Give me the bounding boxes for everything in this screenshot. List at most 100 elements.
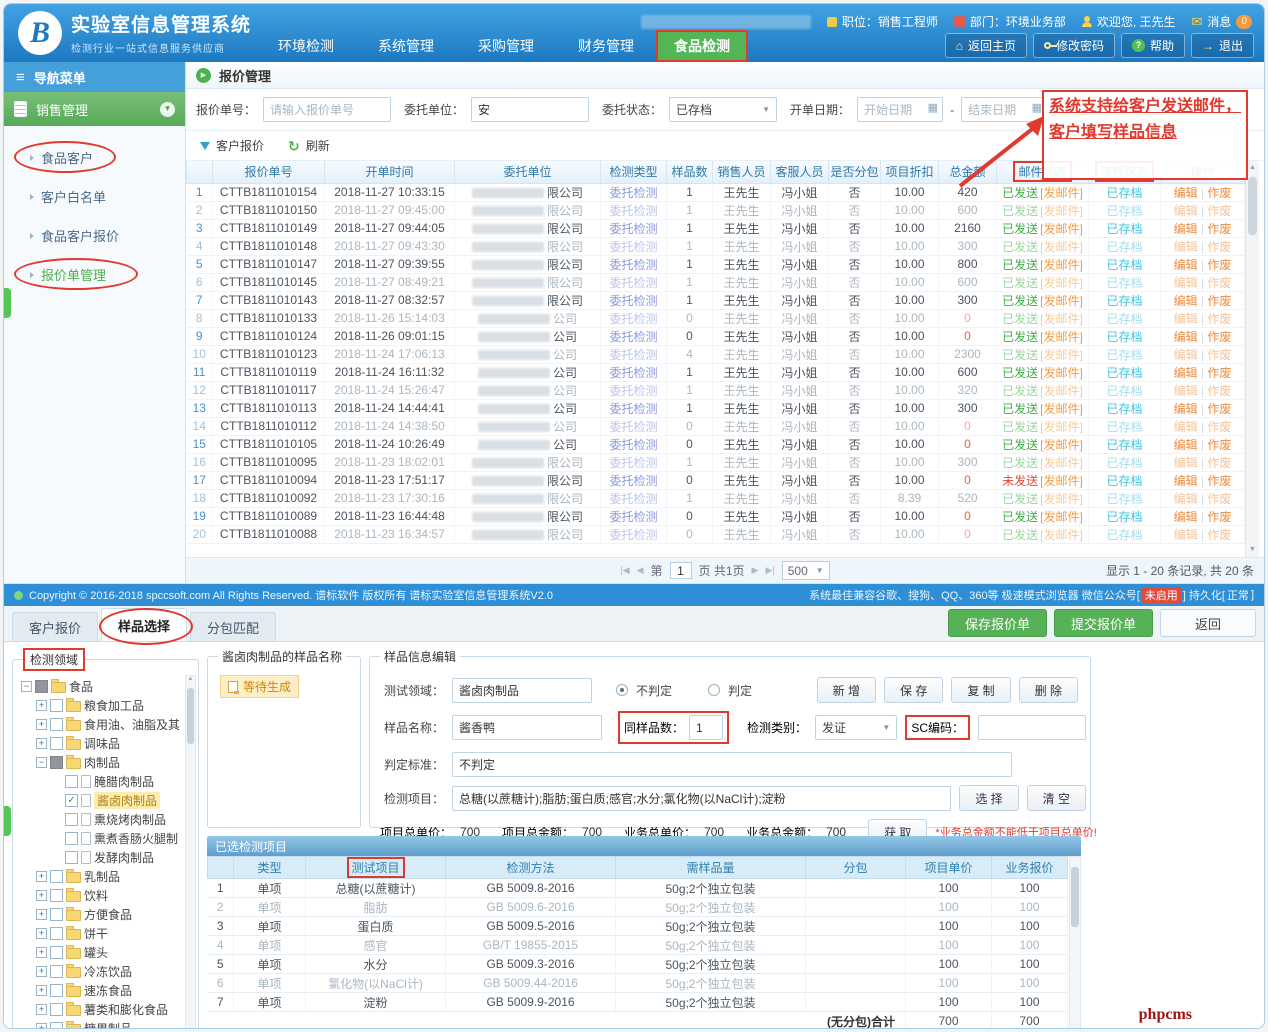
send-mail-link[interactable]: [发邮件] (1040, 222, 1083, 236)
selected-item-row[interactable]: 4单项感官GB/T 19855-201550g;2个独立包装100100 (208, 936, 1068, 955)
client-input[interactable] (471, 97, 589, 122)
selected-items-scrollbar[interactable] (1069, 856, 1081, 1029)
tree-node[interactable]: +方便食品 (19, 905, 180, 924)
send-mail-link[interactable]: [发邮件] (1040, 474, 1083, 488)
send-mail-link[interactable]: [发邮件] (1040, 492, 1083, 506)
expand-icon[interactable]: + (36, 1004, 47, 1015)
void-link[interactable]: 作废 (1207, 348, 1231, 362)
sidebar-item-customer-whitelist[interactable]: 客户白名单 (4, 177, 185, 216)
checkbox-partial-icon[interactable] (35, 680, 48, 693)
quote-table-row[interactable]: 11CTTB18110101192018-11-24 16:11:32公司委托检… (187, 363, 1245, 381)
pending-sample-item[interactable]: 等待生成 (220, 675, 299, 698)
next-page-icon[interactable]: ▶ (752, 565, 759, 576)
tree-node[interactable]: −肉制品 (19, 753, 180, 772)
void-link[interactable]: 作废 (1207, 240, 1231, 254)
tree-node[interactable]: +饮料 (19, 886, 180, 905)
last-page-icon[interactable]: ▶| (765, 565, 774, 576)
edit-link[interactable]: 编辑 (1174, 528, 1198, 542)
collapse-handle[interactable] (4, 806, 11, 836)
checkbox-empty-icon[interactable] (50, 737, 63, 750)
save-quote-button[interactable]: 保存报价单 (948, 609, 1047, 637)
back-button[interactable]: 返回 (1160, 609, 1256, 637)
void-link[interactable]: 作废 (1207, 510, 1231, 524)
selected-item-row[interactable]: 7单项淀粉GB 5009.9-201650g;2个独立包装100100 (208, 993, 1068, 1012)
quote-table-row[interactable]: 1CTTB18110101542018-11-27 10:33:15限公司委托检… (187, 183, 1245, 201)
tree-node[interactable]: +冷冻饮品 (19, 962, 180, 981)
edit-link[interactable]: 编辑 (1174, 456, 1198, 470)
checkbox-checked-icon[interactable]: ✓ (65, 794, 78, 807)
send-mail-link[interactable]: [发邮件] (1040, 258, 1083, 272)
header-button-home[interactable]: ⌂返回主页 (945, 33, 1027, 58)
void-link[interactable]: 作废 (1207, 294, 1231, 308)
quote-table-row[interactable]: 7CTTB18110101432018-11-27 08:32:57限公司委托检… (187, 291, 1245, 309)
tree-vertical-scrollbar[interactable]: ▲ ▼ (185, 675, 196, 1029)
clear-items-button[interactable]: 清 空 (1027, 785, 1086, 811)
same-count-input[interactable] (689, 715, 723, 740)
expand-icon[interactable]: + (36, 928, 47, 939)
expand-icon[interactable]: + (36, 985, 47, 996)
expand-icon[interactable]: + (36, 738, 47, 749)
edit-link[interactable]: 编辑 (1174, 384, 1198, 398)
edit-link[interactable]: 编辑 (1174, 402, 1198, 416)
header-button-logout[interactable]: →退出 (1191, 33, 1254, 58)
checkbox-empty-icon[interactable] (50, 908, 63, 921)
send-mail-link[interactable]: [发邮件] (1040, 510, 1083, 524)
refresh-button[interactable]: ↻ 刷新 (288, 137, 330, 154)
sidebar-item-quote-management[interactable]: 报价单管理 (4, 255, 185, 294)
void-link[interactable]: 作废 (1207, 528, 1231, 542)
send-mail-link[interactable]: [发邮件] (1040, 294, 1083, 308)
send-mail-link[interactable]: [发邮件] (1040, 276, 1083, 290)
void-link[interactable]: 作废 (1207, 186, 1231, 200)
scroll-up-icon[interactable]: ▲ (186, 676, 195, 682)
quote-table-row[interactable]: 20CTTB18110100882018-11-23 16:34:57限公司委托… (187, 525, 1245, 543)
edit-link[interactable]: 编辑 (1174, 366, 1198, 380)
sc-code-input[interactable] (978, 715, 1086, 740)
add-button[interactable]: 新 增 (817, 677, 876, 703)
collapse-icon[interactable]: − (36, 757, 47, 768)
scrollbar-thumb[interactable] (187, 688, 194, 744)
checkbox-empty-icon[interactable] (50, 699, 63, 712)
void-link[interactable]: 作废 (1207, 222, 1231, 236)
save-button[interactable]: 保 存 (884, 677, 943, 703)
checkbox-empty-icon[interactable] (65, 813, 78, 826)
prev-page-icon[interactable]: ◀ (637, 565, 644, 576)
selected-item-row[interactable]: 5单项水分GB 5009.3-201650g;2个独立包装100100 (208, 955, 1068, 974)
status-select[interactable]: 已存档 ▼ (669, 97, 777, 122)
expand-icon[interactable]: + (36, 1023, 47, 1029)
header-button-password[interactable]: 修改密码 (1033, 33, 1115, 58)
quote-table-row[interactable]: 9CTTB18110101242018-11-26 09:01:15公司委托检测… (187, 327, 1245, 345)
nav-tab-purchase[interactable]: 采购管理 (456, 30, 556, 62)
nav-tab-finance[interactable]: 财务管理 (556, 30, 656, 62)
judge-radio[interactable] (708, 684, 720, 696)
edit-link[interactable]: 编辑 (1174, 492, 1198, 506)
checkbox-empty-icon[interactable] (50, 984, 63, 997)
send-mail-link[interactable]: [发邮件] (1040, 456, 1083, 470)
checkbox-empty-icon[interactable] (65, 851, 78, 864)
expand-icon[interactable]: + (36, 947, 47, 958)
sidebar-group-sales[interactable]: 销售管理 ▾ (4, 92, 185, 126)
send-mail-link[interactable]: [发邮件] (1040, 528, 1083, 542)
quote-table-row[interactable]: 5CTTB18110101472018-11-27 09:39:55限公司委托检… (187, 255, 1245, 273)
tab-sample-select[interactable]: 样品选择 (101, 608, 187, 641)
checkbox-empty-icon[interactable] (65, 775, 78, 788)
collapse-handle[interactable] (4, 288, 11, 318)
send-mail-link[interactable]: [发邮件] (1040, 240, 1083, 254)
tree-node[interactable]: 熏烧烤肉制品 (19, 810, 180, 829)
void-link[interactable]: 作废 (1207, 366, 1231, 380)
checkbox-empty-icon[interactable] (50, 1003, 63, 1016)
tree-node[interactable]: 熏煮香肠火腿制 (19, 829, 180, 848)
quote-table-row[interactable]: 17CTTB18110100942018-11-23 17:51:17限公司委托… (187, 471, 1245, 489)
sidebar-item-food-customer[interactable]: 食品客户 (4, 138, 185, 177)
tree-node[interactable]: +饼干 (19, 924, 180, 943)
delete-button[interactable]: 删 除 (1019, 677, 1078, 703)
void-link[interactable]: 作废 (1207, 258, 1231, 272)
edit-link[interactable]: 编辑 (1174, 186, 1198, 200)
selected-item-row[interactable]: 1单项总糖(以蔗糖计)GB 5009.8-201650g;2个独立包装10010… (208, 879, 1068, 898)
expand-icon[interactable]: + (36, 871, 47, 882)
submit-quote-button[interactable]: 提交报价单 (1054, 609, 1153, 637)
send-mail-link[interactable]: [发邮件] (1040, 330, 1083, 344)
void-link[interactable]: 作废 (1207, 420, 1231, 434)
expand-icon[interactable]: + (36, 909, 47, 920)
quote-table-row[interactable]: 18CTTB18110100922018-11-23 17:30:16限公司委托… (187, 489, 1245, 507)
checkbox-partial-icon[interactable] (50, 756, 63, 769)
